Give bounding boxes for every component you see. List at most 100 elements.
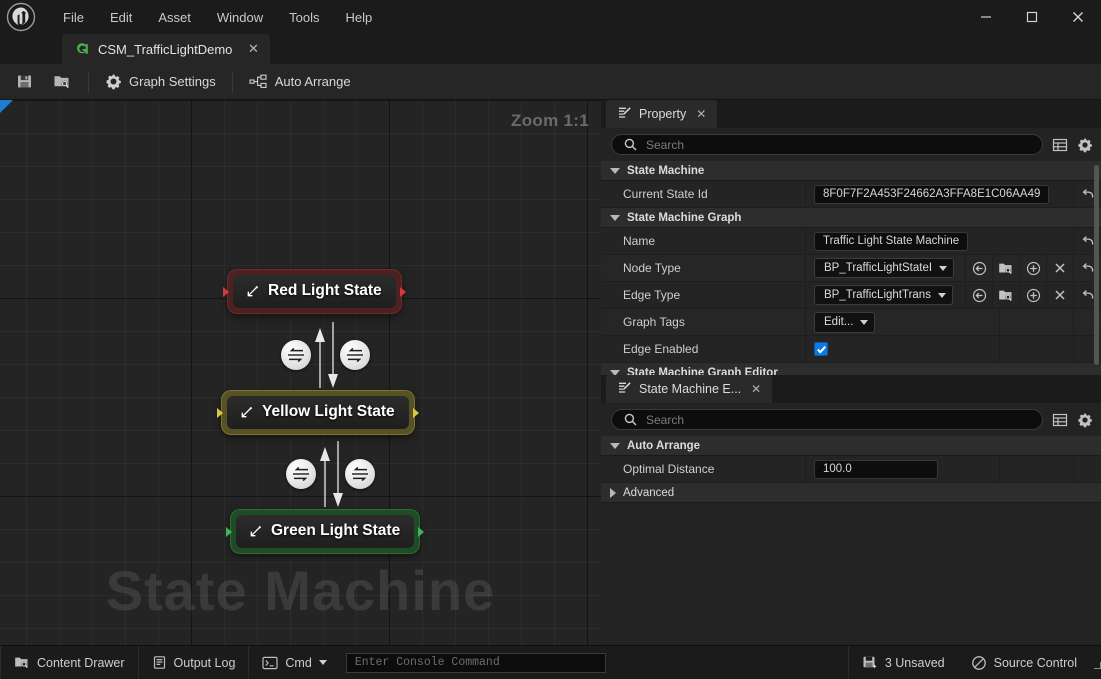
property-panel-tab-label: Property	[639, 107, 687, 121]
title-bar: File Edit Asset Window Tools Help	[0, 0, 1101, 34]
node-type-value: BP_TrafficLightStateI	[824, 262, 933, 274]
category-label: State Machine Graph Editor	[627, 366, 778, 376]
node-output-pin[interactable]	[399, 286, 406, 297]
category-label: Advanced	[623, 486, 675, 499]
add-new-asset-icon[interactable]	[1019, 254, 1046, 282]
console-command-input[interactable]	[354, 656, 597, 669]
cmd-mode-button[interactable]: Cmd	[249, 646, 339, 679]
resize-grip-icon[interactable]	[1092, 658, 1101, 669]
transition-badge-yellow-green[interactable]	[286, 459, 316, 489]
state-machine-graph-canvas[interactable]: Zoom 1:1 State Machine Red Light State Y…	[0, 100, 601, 645]
graph-tags-value: Edit...	[824, 316, 854, 328]
unreal-engine-logo-icon[interactable]	[0, 0, 42, 34]
editor-category-auto-arrange[interactable]: Auto Arrange	[601, 436, 1101, 456]
save-button[interactable]	[6, 68, 43, 96]
editor-panel-close-icon[interactable]: ✕	[748, 381, 764, 397]
editor-search-input[interactable]	[646, 412, 1032, 427]
property-panel: Property ✕ Search State Machine Current …	[601, 100, 1101, 375]
transition-badge-yellow-red[interactable]	[340, 340, 370, 370]
document-tab-close-icon[interactable]: ✕	[244, 40, 262, 58]
editor-settings-gear-icon[interactable]	[1076, 411, 1093, 428]
node-output-pin[interactable]	[418, 526, 425, 537]
graph-node-yellow-light-state[interactable]: Yellow Light State	[217, 391, 419, 434]
add-new-asset-icon[interactable]	[1019, 281, 1046, 309]
property-category-state-machine[interactable]: State Machine	[601, 161, 1101, 181]
use-selected-asset-icon[interactable]	[965, 281, 992, 309]
optimal-distance-field[interactable]: 100.0	[814, 459, 938, 479]
editor-panel-tab[interactable]: State Machine E... ✕	[606, 375, 773, 403]
node-input-pin[interactable]	[223, 286, 229, 297]
graph-settings-button[interactable]: Graph Settings	[95, 68, 226, 96]
transition-badge-green-yellow[interactable]	[345, 459, 375, 489]
graph-node-green-light-state[interactable]: Green Light State	[226, 510, 425, 553]
close-icon[interactable]	[1055, 0, 1101, 34]
node-input-pin[interactable]	[217, 407, 223, 418]
node-input-pin[interactable]	[226, 526, 232, 537]
output-log-button[interactable]: Output Log	[139, 646, 249, 679]
window-controls	[963, 0, 1101, 34]
row-spacer	[999, 336, 1073, 362]
property-search-input[interactable]	[646, 137, 1032, 152]
graph-node-body: Red Light State	[233, 275, 396, 308]
property-panel-tab[interactable]: Property ✕	[606, 100, 718, 128]
edge-type-dropdown[interactable]: BP_TrafficLightTrans	[814, 285, 953, 305]
graph-node-red-light-state[interactable]: Red Light State	[223, 270, 406, 313]
menu-item-edit[interactable]: Edit	[97, 5, 145, 30]
document-tab[interactable]: CSM_TrafficLightDemo ✕	[62, 34, 271, 64]
category-label: Auto Arrange	[627, 439, 701, 452]
auto-arrange-button[interactable]: Auto Arrange	[239, 68, 361, 96]
clear-asset-icon[interactable]	[1046, 254, 1073, 282]
menu-item-file[interactable]: File	[50, 5, 97, 30]
browse-folder-icon	[54, 76, 69, 89]
property-label: Current State Id	[601, 180, 806, 208]
property-view-options-icon[interactable]	[1051, 136, 1068, 153]
graph-name-field[interactable]: Traffic Light State Machine	[814, 231, 969, 251]
edge-type-value: BP_TrafficLightTrans	[824, 289, 931, 301]
editor-rows-container[interactable]: Auto Arrange Optimal Distance 100.0 Adva…	[601, 436, 1101, 645]
property-settings-gear-icon[interactable]	[1076, 136, 1093, 153]
editor-view-options-icon[interactable]	[1051, 411, 1068, 428]
edge-enabled-checkbox[interactable]	[814, 342, 828, 356]
browse-asset-icon[interactable]	[992, 254, 1019, 282]
browse-asset-icon[interactable]	[992, 281, 1019, 309]
maximize-icon[interactable]	[1009, 0, 1055, 34]
property-search-box[interactable]	[611, 134, 1043, 155]
menu-item-asset[interactable]: Asset	[145, 5, 204, 30]
menu-item-window[interactable]: Window	[204, 5, 276, 30]
property-panel-scrollbar[interactable]	[1094, 165, 1099, 365]
node-type-dropdown[interactable]: BP_TrafficLightStateI	[814, 258, 955, 278]
category-label: State Machine	[627, 164, 705, 177]
property-label: Name	[601, 227, 806, 255]
transition-edges	[315, 322, 343, 507]
use-selected-asset-icon[interactable]	[965, 254, 992, 282]
property-rows-container[interactable]: State Machine Current State Id 8F0F7F2A4…	[601, 161, 1101, 375]
property-value: 8F0F7F2A453F24662A3FFA8E1C06AA49	[806, 181, 1073, 207]
console-command-box[interactable]	[345, 652, 606, 673]
menu-item-tools[interactable]: Tools	[276, 5, 332, 30]
graph-tags-edit-dropdown[interactable]: Edit...	[814, 311, 876, 333]
output-log-icon	[153, 656, 165, 669]
minimize-icon[interactable]	[963, 0, 1009, 34]
unsaved-assets-button[interactable]: 3 Unsaved	[849, 646, 958, 679]
transition-badge-red-yellow[interactable]	[281, 340, 311, 370]
editor-category-advanced[interactable]: Advanced	[601, 483, 1101, 503]
content-drawer-button[interactable]: Content Drawer	[1, 646, 138, 679]
document-tab-label: CSM_TrafficLightDemo	[98, 41, 233, 57]
property-row-graph-tags: Graph Tags Edit...	[601, 308, 1101, 336]
property-category-state-machine-graph-editor[interactable]: State Machine Graph Editor	[601, 363, 1101, 375]
property-value: Edit...	[806, 309, 999, 335]
property-panel-close-icon[interactable]: ✕	[693, 106, 709, 122]
graph-node-title: Yellow Light State	[262, 403, 395, 420]
browse-button[interactable]	[43, 68, 82, 96]
node-output-pin[interactable]	[412, 407, 419, 418]
transition-arrow-icon	[288, 347, 304, 363]
editor-search-row	[601, 403, 1101, 436]
current-state-id-field[interactable]: 8F0F7F2A453F24662A3FFA8E1C06AA49	[814, 184, 1050, 204]
source-control-button[interactable]: Source Control	[958, 646, 1090, 679]
source-control-label: Source Control	[993, 655, 1077, 670]
editor-search-box[interactable]	[611, 409, 1043, 430]
menu-item-help[interactable]: Help	[332, 5, 385, 30]
property-category-state-machine-graph[interactable]: State Machine Graph	[601, 208, 1101, 228]
property-row-edge-enabled: Edge Enabled	[601, 335, 1101, 363]
clear-asset-icon[interactable]	[1046, 281, 1073, 309]
